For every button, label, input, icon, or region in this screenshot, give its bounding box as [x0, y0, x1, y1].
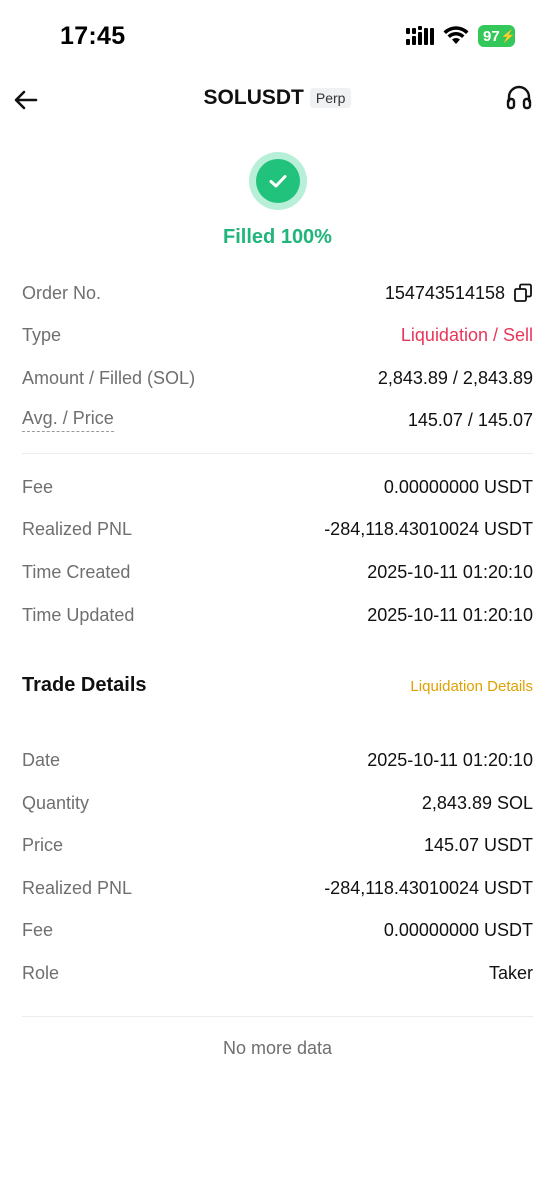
- trade-role-label: Role: [22, 962, 60, 983]
- type-value: Liquidation / Sell: [400, 324, 533, 345]
- signal-icon: [406, 26, 434, 45]
- order-no-value: 154743514158: [384, 282, 505, 303]
- row-trade-realized-pnl: Realized PNL -284,118.43010024 USDT: [22, 873, 533, 903]
- avg-price-label[interactable]: Avg. / Price: [22, 408, 114, 432]
- row-trade-price: Price 145.07 USDT: [22, 830, 533, 860]
- charging-icon: ⚡: [500, 29, 516, 43]
- battery-indicator: 97 ⚡: [478, 25, 516, 47]
- time-updated-label: Time Updated: [22, 604, 135, 625]
- wifi-icon: [443, 26, 469, 44]
- row-realized-pnl: Realized PNL -284,118.43010024 USDT: [22, 514, 533, 544]
- trade-price-label: Price: [22, 834, 64, 855]
- page-title: SOLUSDT: [203, 86, 304, 109]
- trade-realized-pnl-value: -284,118.43010024 USDT: [324, 877, 533, 898]
- trade-fee-label: Fee: [22, 919, 54, 940]
- row-amount: Amount / Filled (SOL) 2,843.89 / 2,843.8…: [22, 363, 533, 393]
- divider: [22, 1016, 533, 1017]
- trade-fee-value: 0.00000000 USDT: [383, 919, 533, 940]
- checkmark-icon: [269, 175, 287, 188]
- trade-details-title: Trade Details: [22, 674, 147, 696]
- avg-price-value: 145.07 / 145.07: [407, 409, 533, 430]
- trade-date-label: Date: [22, 749, 61, 770]
- time-created-label: Time Created: [22, 561, 131, 582]
- success-check-badge: [249, 152, 307, 210]
- status-bar: 17:45 97 ⚡: [0, 0, 555, 72]
- amount-value: 2,843.89 / 2,843.89: [377, 367, 533, 388]
- time-created-value: 2025-10-11 01:20:10: [367, 561, 533, 582]
- divider: [22, 453, 533, 454]
- trade-quantity-value: 2,843.89 SOL: [421, 792, 533, 813]
- row-time-created: Time Created 2025-10-11 01:20:10: [22, 557, 533, 587]
- headset-support-icon[interactable]: [505, 84, 533, 112]
- row-trade-quantity: Quantity 2,843.89 SOL: [22, 788, 533, 818]
- nav-bar: SOLUSDT Perp: [0, 78, 555, 122]
- realized-pnl-value: -284,118.43010024 USDT: [324, 518, 533, 539]
- trade-role-value: Taker: [488, 962, 533, 983]
- status-time: 17:45: [60, 22, 126, 50]
- row-type: Type Liquidation / Sell: [22, 320, 533, 350]
- row-order-no: Order No. 154743514158: [22, 278, 533, 308]
- row-time-updated: Time Updated 2025-10-11 01:20:10: [22, 600, 533, 630]
- type-label: Type: [22, 324, 62, 345]
- trade-quantity-label: Quantity: [22, 792, 90, 813]
- liquidation-details-link[interactable]: Liquidation Details: [410, 678, 533, 695]
- row-fee: Fee 0.00000000 USDT: [22, 472, 533, 502]
- no-more-data-text: No more data: [222, 1038, 333, 1058]
- realized-pnl-label: Realized PNL: [22, 518, 133, 539]
- order-no-label: Order No.: [22, 282, 102, 303]
- perp-badge: Perp: [309, 88, 352, 108]
- nav-title-group: SOLUSDT Perp: [0, 86, 555, 110]
- row-trade-fee: Fee 0.00000000 USDT: [22, 915, 533, 945]
- row-trade-date: Date 2025-10-11 01:20:10: [22, 745, 533, 775]
- trade-realized-pnl-label: Realized PNL: [22, 877, 133, 898]
- trade-price-value: 145.07 USDT: [423, 834, 533, 855]
- order-status-text: Filled 100%: [223, 226, 332, 248]
- trade-date-value: 2025-10-11 01:20:10: [367, 749, 533, 770]
- fee-label: Fee: [22, 476, 54, 497]
- row-avg-price: Avg. / Price 145.07 / 145.07: [22, 405, 533, 435]
- amount-label: Amount / Filled (SOL): [22, 367, 196, 388]
- time-updated-value: 2025-10-11 01:20:10: [367, 604, 533, 625]
- copy-icon[interactable]: [513, 283, 533, 303]
- row-trade-role: Role Taker: [22, 958, 533, 988]
- battery-level: 97: [483, 27, 500, 45]
- fee-value: 0.00000000 USDT: [383, 476, 533, 497]
